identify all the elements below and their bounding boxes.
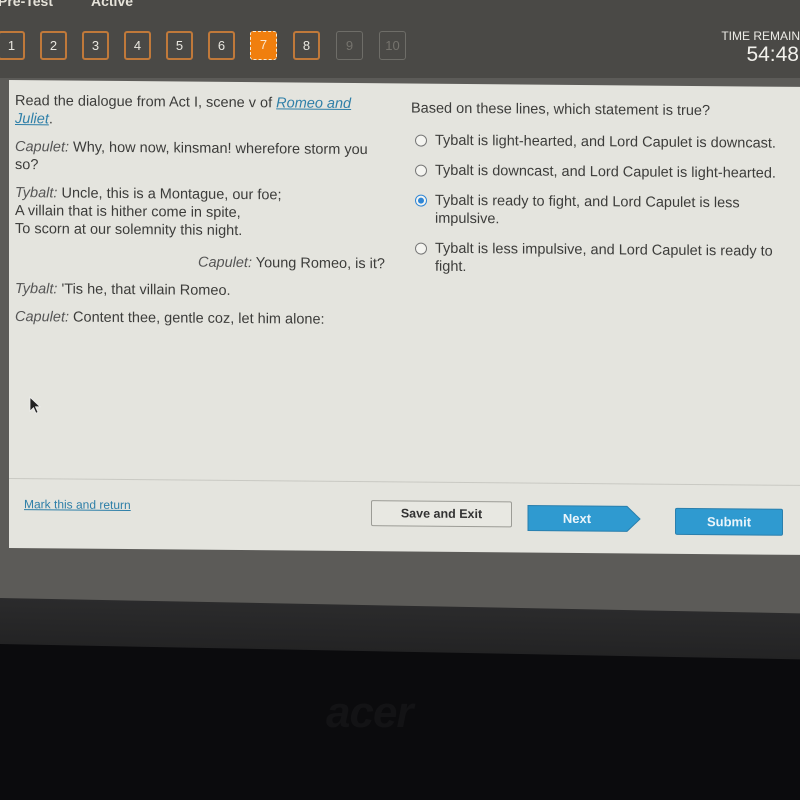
speaker: Tybalt:: [15, 185, 58, 202]
speaker: Capulet:: [197, 254, 252, 272]
question-3-button[interactable]: 3: [82, 31, 109, 60]
line-text: 'Tis he, that villain Romeo.: [57, 281, 231, 299]
line-text: Uncle, this is a Montague, our foe;: [57, 185, 282, 204]
question-5-button[interactable]: 5: [166, 31, 193, 60]
answer-option-b[interactable]: Tybalt is downcast, and Lord Capulet is …: [411, 162, 799, 183]
radio-button[interactable]: [415, 164, 427, 177]
dialogue-line: Capulet: Young Romeo, is it?: [15, 252, 385, 273]
passage: Read the dialogue from Act I, scene v of…: [15, 92, 385, 339]
radio-button[interactable]: [415, 134, 427, 147]
question-1-button[interactable]: 1: [0, 31, 25, 60]
speaker: Capulet:: [15, 309, 70, 326]
speaker: Tybalt:: [15, 281, 58, 298]
save-and-exit-button[interactable]: Save and Exit: [371, 500, 512, 528]
question-4-button[interactable]: 4: [124, 31, 151, 60]
mouse-cursor-icon: [29, 396, 42, 414]
dialogue-line: Tybalt: Uncle, this is a Montague, our f…: [15, 184, 385, 241]
mark-and-return-link[interactable]: Mark this and return: [24, 497, 131, 512]
next-button[interactable]: Next: [527, 505, 641, 533]
question-prompt: Based on these lines, which statement is…: [411, 100, 711, 120]
dialogue-line: Capulet: Content thee, gentle coz, let h…: [15, 308, 385, 329]
line-text: Young Romeo, is it?: [251, 255, 385, 273]
footer-divider: [9, 478, 800, 486]
radio-button-selected[interactable]: [415, 194, 427, 207]
question-7-button[interactable]: 7: [250, 31, 277, 60]
passage-intro-text: Read the dialogue from Act I, scene v of: [15, 93, 277, 112]
option-text: Tybalt is less impulsive, and Lord Capul…: [435, 240, 773, 275]
time-remaining-value: 54:48: [746, 43, 799, 66]
quiz-header: Pre-Test Active 1 2 3 4 5 6 7 8 9 10 TIM…: [0, 0, 800, 78]
tab-active[interactable]: Active: [91, 0, 133, 9]
question-6-button[interactable]: 6: [208, 31, 235, 60]
time-remaining-label: TIME REMAIN: [721, 29, 800, 43]
option-text: Tybalt is light-hearted, and Lord Capule…: [435, 132, 776, 152]
question-area: Based on these lines, which statement is…: [411, 100, 799, 291]
option-text: Tybalt is downcast, and Lord Capulet is …: [435, 162, 776, 182]
question-9-button: 9: [336, 31, 363, 60]
screen: Pre-Test Active 1 2 3 4 5 6 7 8 9 10 TIM…: [0, 0, 800, 640]
tab-pre-test[interactable]: Pre-Test: [0, 0, 53, 9]
radio-button[interactable]: [415, 242, 427, 255]
answer-option-d[interactable]: Tybalt is less impulsive, and Lord Capul…: [411, 240, 799, 279]
line-text: Content thee, gentle coz, let him alone:: [69, 309, 325, 328]
question-panel: Read the dialogue from Act I, scene v of…: [9, 80, 800, 555]
option-text: Tybalt is ready to fight, and Lord Capul…: [435, 192, 740, 228]
submit-button[interactable]: Submit: [675, 507, 783, 536]
speaker: Capulet:: [15, 139, 70, 156]
answer-option-c[interactable]: Tybalt is ready to fight, and Lord Capul…: [411, 192, 799, 231]
passage-intro: Read the dialogue from Act I, scene v of…: [15, 92, 385, 131]
question-8-button[interactable]: 8: [293, 31, 320, 60]
question-10-button: 10: [379, 31, 406, 60]
answer-option-a[interactable]: Tybalt is light-hearted, and Lord Capule…: [411, 132, 799, 153]
passage-intro-end: .: [48, 111, 53, 128]
dialogue-line: Capulet: Why, how now, kinsman! wherefor…: [15, 138, 385, 177]
dialogue-line: Tybalt: 'Tis he, that villain Romeo.: [15, 280, 385, 301]
line-text: A villain that is hither come in spite,: [15, 203, 241, 222]
next-button-label: Next: [562, 510, 592, 527]
monitor-brand-logo: acer: [326, 688, 414, 737]
question-2-button[interactable]: 2: [40, 31, 67, 60]
line-text: To scorn at our solemnity this night.: [15, 221, 243, 240]
